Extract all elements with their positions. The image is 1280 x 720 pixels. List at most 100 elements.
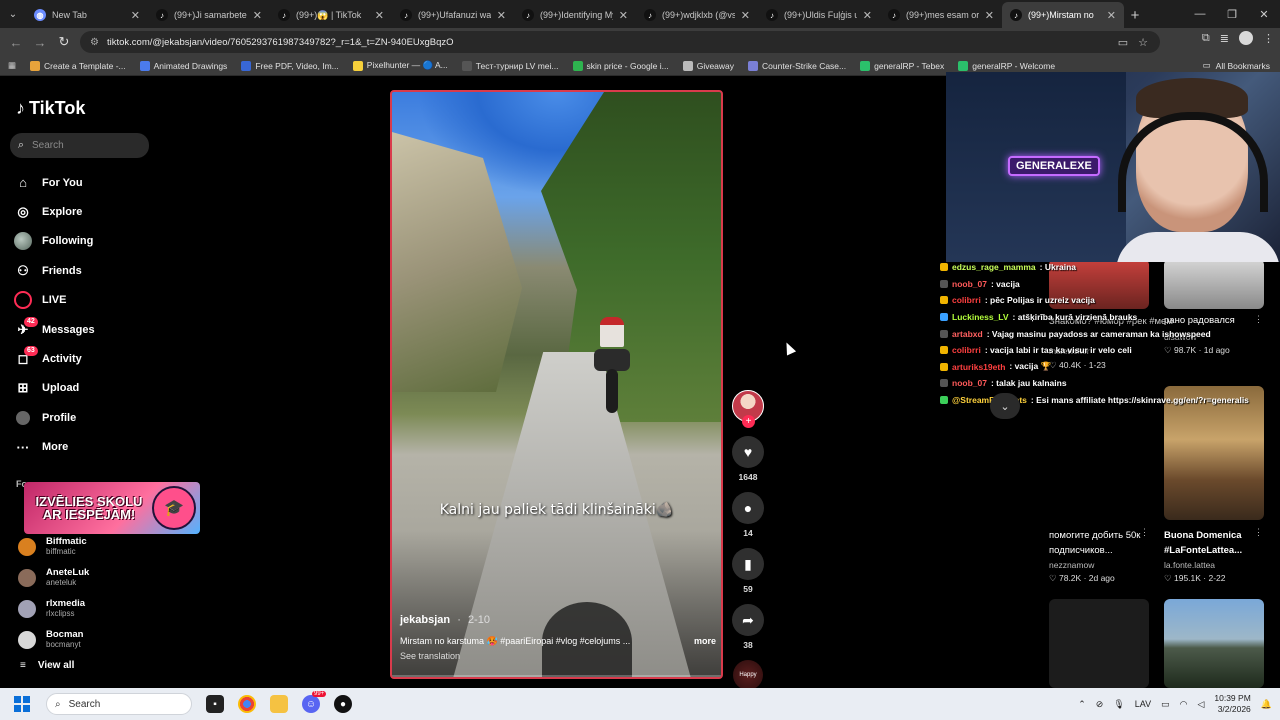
- network-off-icon[interactable]: ⊘: [1096, 699, 1104, 710]
- following-account-item[interactable]: Bocman bocmanyt: [18, 624, 89, 655]
- microphone-icon[interactable]: 🎙: [1113, 699, 1124, 710]
- comment-icon[interactable]: ●: [732, 492, 764, 524]
- close-tab-icon[interactable]: ✕: [1107, 9, 1116, 22]
- browser-tab[interactable]: ◍ New Tab ✕: [26, 2, 148, 28]
- browser-tab[interactable]: ♪ (99+)mes esam origi ✕: [880, 2, 1002, 28]
- bookmark-item[interactable]: Create a Template -...: [30, 60, 126, 71]
- site-info-icon[interactable]: ⚙: [90, 37, 99, 48]
- grid-author-4[interactable]: la.fonte.lattea: [1164, 560, 1215, 570]
- extensions-icon[interactable]: ⧉: [1202, 32, 1210, 45]
- video-progress-bar[interactable]: [392, 675, 721, 677]
- browser-tab[interactable]: ♪ (99+)Identifying Mys ✕: [514, 2, 636, 28]
- browser-tab[interactable]: ♪ (99+)Uldis Fuļģis un ✕: [758, 2, 880, 28]
- sidebar-item-upload[interactable]: ⊞ Upload: [14, 374, 154, 403]
- new-tab-button[interactable]: +: [1124, 2, 1146, 28]
- close-window-icon[interactable]: ✕: [1248, 0, 1280, 28]
- sidebar-item-activity[interactable]: ◻ 63 Activity: [14, 344, 154, 373]
- following-account-item[interactable]: rlxmedia rlxclipss: [18, 593, 89, 624]
- bookmark-item[interactable]: Pixelhunter — 🔵 A...: [352, 60, 448, 71]
- tab-search-icon[interactable]: ⌄: [0, 0, 26, 28]
- close-tab-icon[interactable]: ✕: [985, 9, 994, 22]
- tray-chevron-icon[interactable]: ⌃: [1078, 699, 1086, 710]
- browser-tab[interactable]: ♪ (99+)Mirstam no ✕: [1002, 2, 1124, 28]
- tiktok-logo[interactable]: ♪ TikTok: [16, 98, 85, 119]
- task-view-icon[interactable]: ▪: [206, 695, 224, 713]
- grid-title-3[interactable]: помогите добить 50к подписчиков...: [1049, 528, 1145, 558]
- see-translation-link[interactable]: See translation: [400, 651, 716, 661]
- forward-arrow-icon[interactable]: →: [28, 30, 52, 54]
- keyboard-language[interactable]: LAV: [1135, 699, 1151, 709]
- grid-author-3[interactable]: nezznamow: [1049, 560, 1094, 570]
- grid-thumb-5[interactable]: [1049, 599, 1149, 688]
- wifi-icon[interactable]: ◠: [1180, 699, 1188, 710]
- bookmark-star-icon[interactable]: ☆: [1138, 36, 1148, 49]
- url-text[interactable]: tiktok.com/@jekabsjan/video/760529376198…: [107, 37, 454, 48]
- bookmark-item[interactable]: Giveaway: [682, 60, 734, 71]
- music-disc-icon[interactable]: Happy: [733, 660, 763, 690]
- monitor-icon[interactable]: ▭: [1161, 699, 1170, 710]
- following-account-item[interactable]: AneteLuk aneteluk: [18, 562, 89, 593]
- close-tab-icon[interactable]: ✕: [253, 9, 262, 22]
- video-player[interactable]: Kalni jau paliek tādi klinšaināki🪨 jekab…: [390, 90, 723, 679]
- taskbar-clock[interactable]: 10:39 PM 3/2/2026: [1214, 693, 1250, 715]
- close-tab-icon[interactable]: ✕: [497, 9, 506, 22]
- browser-tab[interactable]: ♪ (99+)Ji samarbete me ✕: [148, 2, 270, 28]
- close-tab-icon[interactable]: ✕: [375, 9, 384, 22]
- like-heart-icon[interactable]: ♥: [732, 436, 764, 468]
- follow-plus-icon[interactable]: +: [742, 415, 755, 428]
- close-tab-icon[interactable]: ✕: [741, 9, 750, 22]
- reload-icon[interactable]: ↻: [52, 30, 76, 54]
- bookmark-icon[interactable]: ▮: [732, 548, 764, 580]
- bookmark-item[interactable]: generalRP - Welcome: [958, 60, 1055, 71]
- bookmark-item[interactable]: Тест-турнир LV mei...: [461, 60, 559, 71]
- browser-tab[interactable]: ♪ (99+)😱 | TikTok ✕: [270, 2, 392, 28]
- browser-tab[interactable]: ♪ (99+)Ufafanuzi wa Pe ✕: [392, 2, 514, 28]
- obs-icon[interactable]: ●: [334, 695, 352, 713]
- sidebar-item-for-you[interactable]: ⌂ For You: [14, 168, 154, 197]
- grid-more-icon[interactable]: ⋮: [1140, 527, 1149, 538]
- chevron-down-icon[interactable]: ⌄: [990, 393, 1020, 419]
- close-tab-icon[interactable]: ✕: [863, 9, 872, 22]
- sidebar-item-live[interactable]: LIVE: [14, 286, 154, 315]
- maximize-icon[interactable]: ❐: [1216, 0, 1248, 28]
- minimize-icon[interactable]: —: [1184, 0, 1216, 28]
- sidebar-item-following[interactable]: Following: [14, 227, 154, 256]
- search-input[interactable]: ⌕ Search: [10, 133, 149, 158]
- bookmark-item[interactable]: skin price - Google i...: [572, 60, 669, 71]
- media-controls-icon[interactable]: ≣: [1220, 32, 1229, 45]
- apps-grid-icon[interactable]: ▦: [8, 60, 16, 71]
- description-more-button[interactable]: more: [694, 636, 716, 647]
- all-bookmarks-button[interactable]: ▭ All Bookmarks: [1203, 60, 1270, 71]
- following-account-item[interactable]: Biffmatic biffmatic: [18, 531, 89, 562]
- sidebar-item-profile[interactable]: Profile: [14, 403, 154, 432]
- close-tab-icon[interactable]: ✕: [619, 9, 628, 22]
- bookmark-item[interactable]: generalRP - Tebex: [860, 60, 944, 71]
- cast-icon[interactable]: ▭: [1118, 36, 1128, 49]
- view-all-link[interactable]: ≡ View all: [20, 660, 74, 671]
- volume-icon[interactable]: ◁: [1197, 699, 1204, 710]
- author-avatar[interactable]: +: [732, 390, 764, 428]
- windows-start-icon[interactable]: [14, 696, 30, 712]
- close-tab-icon[interactable]: ✕: [131, 9, 140, 22]
- promo-banner[interactable]: IZVĒLIES SKOLU AR IESPĒJĀM! 🎓: [24, 482, 200, 534]
- share-arrow-icon[interactable]: ➦: [732, 604, 764, 636]
- url-bar[interactable]: ⚙ tiktok.com/@jekabsjan/video/7605293761…: [80, 31, 1160, 53]
- discord-icon[interactable]: ☺ 99+: [302, 691, 327, 713]
- taskbar-search-input[interactable]: ⌕ Search: [46, 693, 192, 715]
- profile-avatar[interactable]: [1239, 31, 1253, 45]
- file-explorer-icon[interactable]: [270, 695, 288, 713]
- bookmark-item[interactable]: Free PDF, Video, Im...: [241, 60, 339, 71]
- sidebar-item-explore[interactable]: ◎ Explore: [14, 197, 154, 226]
- grid-title-4[interactable]: Buona Domenica #LaFonteLattea...: [1164, 528, 1260, 558]
- notifications-icon[interactable]: 🔔: [1261, 699, 1272, 710]
- browser-tab[interactable]: ♪ (99+)wdjklxb (@vsd ✕: [636, 2, 758, 28]
- sidebar-item-messages[interactable]: ✈ 42 Messages: [14, 315, 154, 344]
- video-author[interactable]: jekabsjan: [400, 614, 450, 626]
- sidebar-item-friends[interactable]: ⚇ Friends: [14, 256, 154, 285]
- sidebar-item-more[interactable]: ··· More: [14, 433, 154, 462]
- browser-menu-icon[interactable]: ⋮: [1263, 32, 1274, 45]
- back-arrow-icon[interactable]: ←: [4, 30, 28, 54]
- bookmark-item[interactable]: Animated Drawings: [139, 60, 227, 71]
- chrome-icon[interactable]: [238, 695, 256, 713]
- bookmark-item[interactable]: Counter-Strike Case...: [748, 60, 846, 71]
